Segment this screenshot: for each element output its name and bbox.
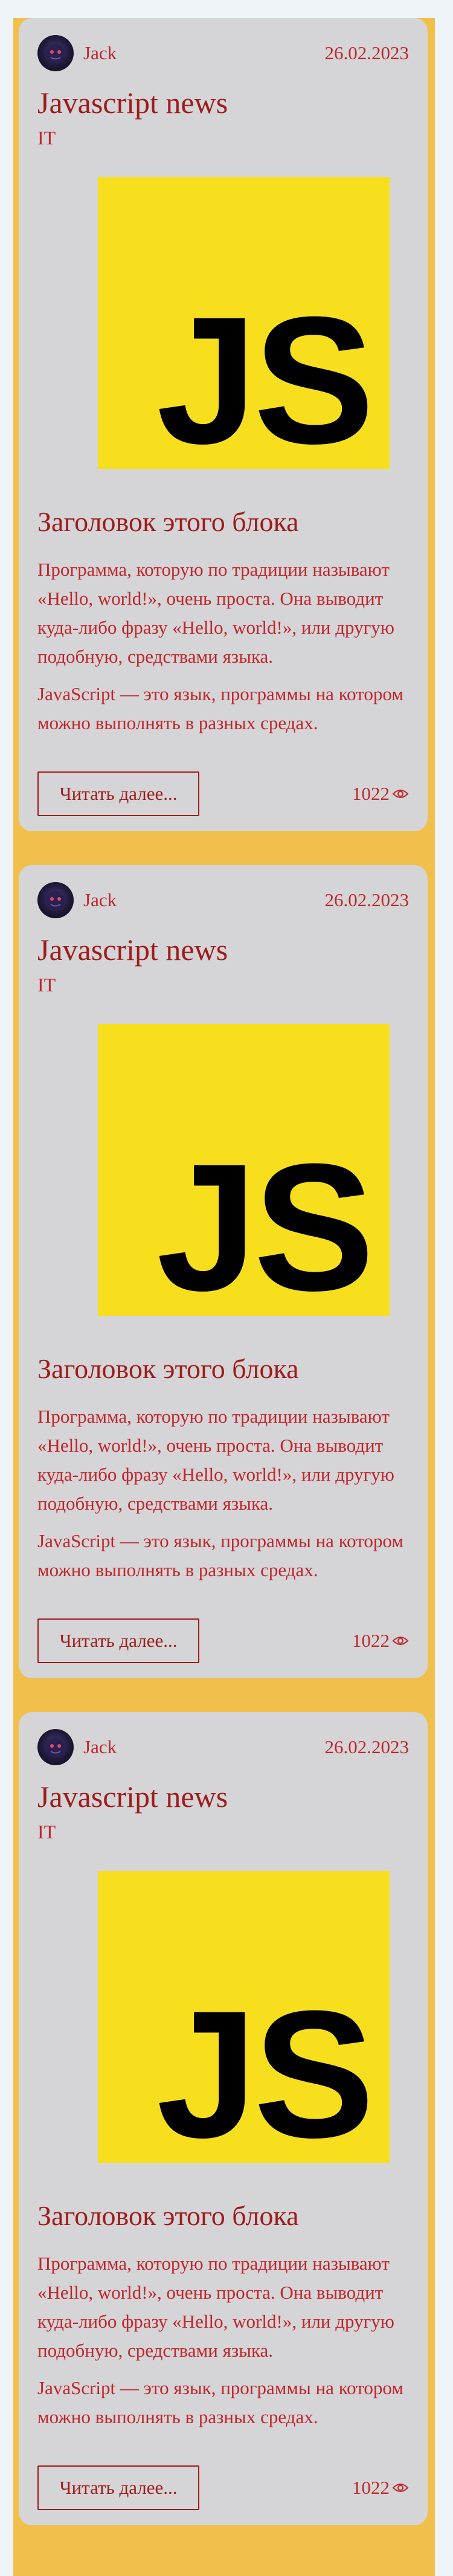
avatar-face-icon	[47, 1738, 65, 1756]
post-date: 26.02.2023	[324, 1736, 410, 1757]
avatar-face-icon	[47, 44, 65, 62]
eye-icon	[392, 2483, 409, 2492]
avatar	[37, 882, 74, 918]
views-counter: 1022	[352, 2477, 409, 2499]
post-date: 26.02.2023	[324, 42, 410, 63]
card-footer: Читать далее... 1022	[37, 1618, 409, 1663]
avatar-face-icon	[47, 891, 65, 909]
block-title: Заголовок этого блока	[37, 506, 299, 537]
post-paragraph: Программа, которую по традиции называют …	[37, 1405, 394, 1514]
news-feed: Jack 26.02.2023 Javascript news IT JS За…	[19, 18, 428, 2559]
views-counter: 1022	[352, 1630, 409, 1652]
read-more-button[interactable]: Читать далее...	[37, 771, 199, 816]
block-title: Заголовок этого блока	[37, 2200, 299, 2231]
post-category[interactable]: IT	[37, 127, 409, 149]
news-card: Jack 26.02.2023 Javascript news IT JS За…	[19, 865, 428, 1678]
post-paragraph: JavaScript — это язык, программы на кото…	[37, 683, 403, 733]
author-name[interactable]: Jack	[83, 1736, 117, 1758]
post-title[interactable]: Javascript news	[37, 1780, 409, 1815]
post-paragraph: JavaScript — это язык, программы на кото…	[37, 1530, 403, 1580]
post-title[interactable]: Javascript news	[37, 933, 409, 968]
author-name[interactable]: Jack	[83, 42, 117, 64]
card-header: Jack 26.02.2023	[37, 1728, 409, 1766]
js-logo-image: JS	[98, 176, 390, 469]
card-footer: Читать далее... 1022	[37, 771, 409, 816]
js-logo-text: JS	[156, 1125, 371, 1316]
author-name[interactable]: Jack	[83, 889, 117, 911]
post-paragraph: JavaScript — это язык, программы на кото…	[37, 2377, 403, 2427]
eye-icon	[392, 789, 409, 798]
post-paragraph: Программа, которую по традиции называют …	[37, 2252, 394, 2361]
js-logo-image: JS	[98, 1023, 390, 1316]
views-count: 1022	[352, 2476, 390, 2498]
avatar	[37, 1729, 74, 1765]
js-logo-icon: JS	[98, 176, 390, 469]
js-logo-icon: JS	[98, 1870, 390, 2163]
views-counter: 1022	[352, 783, 409, 805]
views-count: 1022	[352, 1629, 390, 1651]
card-header: Jack 26.02.2023	[37, 34, 409, 72]
js-logo-text: JS	[156, 279, 371, 469]
post-title[interactable]: Javascript news	[37, 86, 409, 121]
post-paragraph: Программа, которую по традиции называют …	[37, 558, 394, 667]
author-info[interactable]: Jack	[37, 882, 117, 918]
card-header: Jack 26.02.2023	[37, 881, 409, 919]
block-title: Заголовок этого блока	[37, 1353, 299, 1384]
eye-icon	[392, 1636, 409, 1645]
read-more-button[interactable]: Читать далее...	[37, 2465, 199, 2510]
author-info[interactable]: Jack	[37, 1729, 117, 1765]
news-card: Jack 26.02.2023 Javascript news IT JS За…	[19, 18, 428, 831]
js-logo-image: JS	[98, 1870, 390, 2163]
views-count: 1022	[352, 782, 390, 804]
news-card: Jack 26.02.2023 Javascript news IT JS За…	[19, 1712, 428, 2525]
post-date: 26.02.2023	[324, 889, 410, 910]
post-category[interactable]: IT	[37, 1821, 409, 1843]
post-category[interactable]: IT	[37, 974, 409, 996]
read-more-button[interactable]: Читать далее...	[37, 1618, 199, 1663]
js-logo-icon: JS	[98, 1023, 390, 1316]
author-info[interactable]: Jack	[37, 35, 117, 71]
avatar	[37, 35, 74, 71]
js-logo-text: JS	[156, 1972, 371, 2163]
card-footer: Читать далее... 1022	[37, 2465, 409, 2510]
